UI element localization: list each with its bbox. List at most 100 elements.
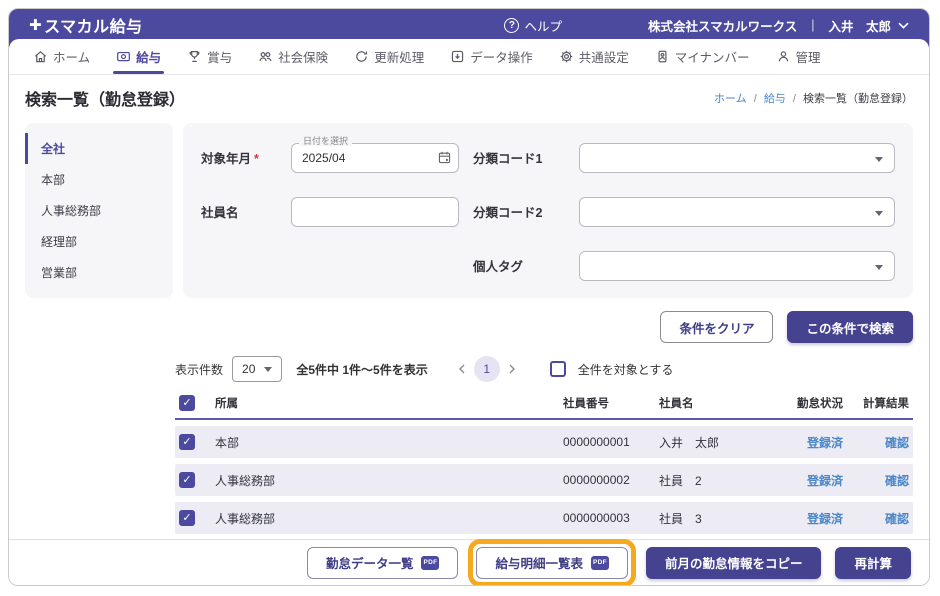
personal-tag-label: 個人タグ <box>473 256 565 275</box>
target-month-label: 対象年月* <box>201 148 277 167</box>
row-checkbox[interactable] <box>179 510 195 526</box>
nav-item-label: 給与 <box>136 47 161 66</box>
home-icon <box>33 49 48 64</box>
payroll-icon <box>116 49 131 64</box>
calc-result-link[interactable]: 確認 <box>885 512 909 526</box>
refresh-icon <box>354 49 369 64</box>
help-link[interactable]: ? ヘルプ <box>504 16 562 35</box>
clear-conditions-button[interactable]: 条件をクリア <box>660 311 773 343</box>
nav-item-mynumber[interactable]: マイナンバー <box>655 39 750 74</box>
table-header: 所属 社員番号 社員名 勤怠状況 計算結果 <box>175 388 913 420</box>
chevron-down-icon <box>875 211 883 220</box>
nav-item-payroll[interactable]: 給与 <box>116 39 161 74</box>
column-header-calc-result: 計算結果 <box>843 395 913 411</box>
column-header-department: 所属 <box>215 395 563 411</box>
cell-department: 人事総務部 <box>215 510 563 527</box>
help-label: ヘルプ <box>524 16 562 35</box>
breadcrumb-separator: / <box>754 93 757 105</box>
pagination-bar: 表示件数 20 全5件中 1件〜5件を表示 1 全件を対象とする <box>175 356 913 382</box>
attendance-status-link[interactable]: 登録済 <box>807 512 843 526</box>
search-button[interactable]: この条件で検索 <box>787 311 913 343</box>
page-size-label: 表示件数 <box>175 361 223 378</box>
table-body: 本部 0000000001 入井 太郎 登録済 確認 人事総務部 0000000… <box>175 420 913 539</box>
breadcrumb: ホーム / 給与 / 検索一覧（勤怠登録） <box>714 90 913 106</box>
breadcrumb-payroll-link[interactable]: 給与 <box>764 93 786 105</box>
help-icon: ? <box>504 18 519 33</box>
copy-prev-month-attendance-button[interactable]: 前月の勤怠情報をコピー <box>646 547 822 579</box>
page-size-select[interactable]: 20 <box>232 356 282 382</box>
employee-name-input[interactable] <box>291 197 459 227</box>
payslip-list-button[interactable]: 給与明細一覧表 PDF <box>476 547 628 579</box>
employee-name-label: 社員名 <box>201 202 277 221</box>
next-page-button[interactable] <box>500 364 524 374</box>
select-all-label: 全件を対象とする <box>578 361 674 378</box>
nav-item-home[interactable]: ホーム <box>33 39 90 74</box>
breadcrumb-separator: / <box>793 93 796 105</box>
target-month-input[interactable] <box>291 143 459 173</box>
attendance-status-link[interactable]: 登録済 <box>807 436 843 450</box>
nav-item-bonus[interactable]: 賞与 <box>187 39 232 74</box>
page-size-value: 20 <box>242 362 255 376</box>
nav-item-label: 共通設定 <box>579 47 629 66</box>
chevron-down-icon <box>898 22 909 29</box>
nav-item-settings[interactable]: 共通設定 <box>559 39 629 74</box>
top-bar-right: ? ヘルプ 株式会社スマカルワークス | 入井 太郎 <box>504 16 909 35</box>
breadcrumb-home-link[interactable]: ホーム <box>714 93 747 105</box>
sidebar-item-headquarters[interactable]: 本部 <box>25 164 173 195</box>
row-checkbox[interactable] <box>179 434 195 450</box>
settings-icon <box>559 49 574 64</box>
page-number-button[interactable]: 1 <box>474 356 500 382</box>
cell-employee-no: 0000000001 <box>563 435 659 449</box>
cell-employee-name: 入井 太郎 <box>659 434 743 451</box>
button-label: 勤怠データ一覧 <box>326 553 414 572</box>
cell-department: 人事総務部 <box>215 472 563 489</box>
cell-department: 本部 <box>215 434 563 451</box>
nav-item-label: 更新処理 <box>374 47 424 66</box>
nav-item-label: データ操作 <box>470 47 533 66</box>
pdf-icon: PDF <box>421 556 439 570</box>
recalculate-button[interactable]: 再計算 <box>835 547 911 579</box>
row-checkbox[interactable] <box>179 472 195 488</box>
category-code1-select[interactable] <box>579 143 895 173</box>
select-all-records-checkbox[interactable] <box>550 361 566 377</box>
header-divider: | <box>811 18 814 32</box>
social-insurance-icon <box>258 49 273 64</box>
nav-item-social-insurance[interactable]: 社会保険 <box>258 39 328 74</box>
chevron-down-icon <box>875 265 883 274</box>
table-row: 人事総務部 0000000003 社員 3 登録済 確認 <box>175 502 913 534</box>
column-header-employee-no: 社員番号 <box>563 395 659 411</box>
sidebar-item-hr-general-affairs[interactable]: 人事総務部 <box>25 195 173 226</box>
prev-page-button[interactable] <box>450 364 474 374</box>
calc-result-link[interactable]: 確認 <box>885 436 909 450</box>
result-list: 表示件数 20 全5件中 1件〜5件を表示 1 全件を対象とする 所属 社員番号… <box>175 343 913 539</box>
button-label: 給与明細一覧表 <box>495 553 583 572</box>
sidebar-item-all-company[interactable]: 全社 <box>25 133 173 164</box>
admin-icon <box>776 49 791 64</box>
nav-item-admin[interactable]: 管理 <box>776 39 821 74</box>
cell-employee-no: 0000000003 <box>563 511 659 525</box>
logo-plus-icon: ✚ <box>29 16 42 34</box>
category-code2-select[interactable] <box>579 197 895 227</box>
logo-text: スマカル給与 <box>44 13 143 37</box>
main-nav: ホーム 給与 賞与 社会保険 更新処理 データ操作 共通設定 マイナンバー <box>9 39 929 75</box>
personal-tag-select[interactable] <box>579 251 895 281</box>
attendance-status-link[interactable]: 登録済 <box>807 474 843 488</box>
nav-item-label: 管理 <box>796 47 821 66</box>
data-operation-icon <box>450 49 465 64</box>
attendance-data-list-button[interactable]: 勤怠データ一覧 PDF <box>307 547 459 579</box>
column-header-attendance-status: 勤怠状況 <box>743 395 843 411</box>
select-all-rows-checkbox[interactable] <box>179 395 195 411</box>
user-menu[interactable]: 入井 太郎 <box>828 16 909 35</box>
nav-item-update[interactable]: 更新処理 <box>354 39 424 74</box>
sidebar-item-accounting[interactable]: 経理部 <box>25 226 173 257</box>
column-header-employee-name: 社員名 <box>659 395 743 411</box>
nav-item-data-operation[interactable]: データ操作 <box>450 39 533 74</box>
range-text: 全5件中 1件〜5件を表示 <box>296 361 427 378</box>
calc-result-link[interactable]: 確認 <box>885 474 909 488</box>
calendar-icon[interactable] <box>437 150 452 165</box>
sidebar-item-sales[interactable]: 営業部 <box>25 257 173 288</box>
table-row: 本部 0000000001 入井 太郎 登録済 確認 <box>175 426 913 458</box>
breadcrumb-current: 検索一覧（勤怠登録） <box>803 93 913 105</box>
nav-item-label: 賞与 <box>207 47 232 66</box>
pdf-icon: PDF <box>591 556 609 570</box>
